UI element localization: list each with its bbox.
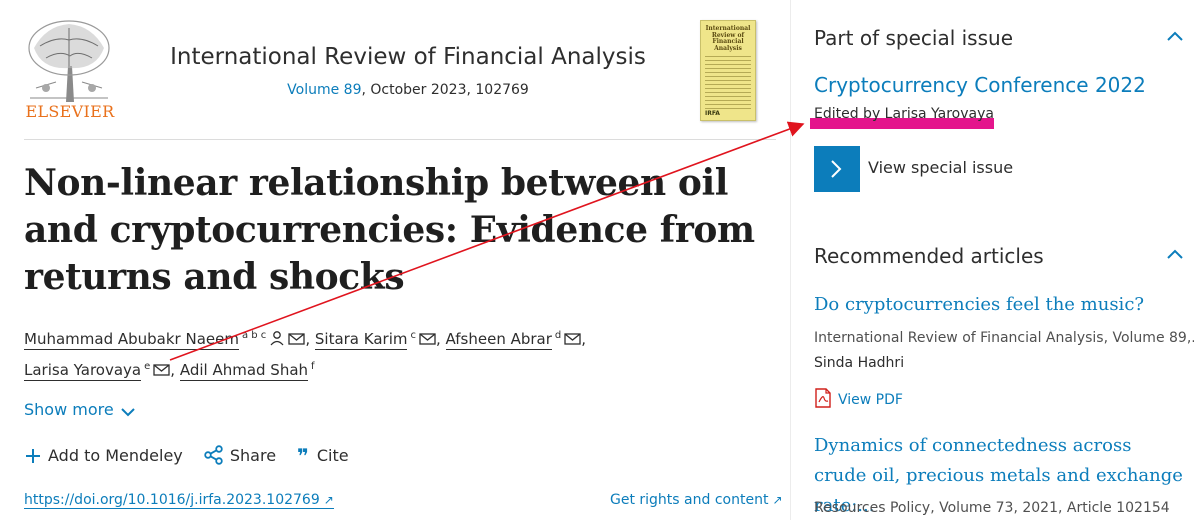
special-issue-heading[interactable]: Part of special issue <box>814 26 1013 50</box>
show-more-label: Show more <box>24 400 114 419</box>
mail-icon[interactable] <box>153 363 170 377</box>
chevron-down-icon <box>120 408 135 417</box>
author-2[interactable]: Sitara Karim c, <box>314 330 441 350</box>
quote-icon: ❞ <box>297 444 309 468</box>
cover-logo: IRFA <box>705 110 720 117</box>
share-icon <box>204 445 223 465</box>
chevron-up-icon[interactable] <box>1166 248 1184 260</box>
author-name[interactable]: Larisa Yarovaya <box>24 361 142 381</box>
chevron-right-icon <box>831 160 842 178</box>
recommended-article-meta: Resources Policy, Volume 73, 2021, Artic… <box>814 500 1170 516</box>
cover-title: International Review of Financial Analys… <box>705 25 751 52</box>
recommended-article-title[interactable]: Do cryptocurrencies feel the music? <box>814 290 1184 320</box>
author-name[interactable]: Muhammad Abubakr Naeem <box>24 330 239 350</box>
plus-icon <box>26 449 40 463</box>
chevron-up-icon[interactable] <box>1166 30 1184 42</box>
affiliation-marker[interactable]: c <box>410 330 416 341</box>
recommended-article-author: Sinda Hadhri <box>814 355 905 371</box>
external-link-icon: ↗ <box>323 493 334 507</box>
affiliation-marker[interactable]: f <box>311 361 315 372</box>
cite-button[interactable]: ❞ Cite <box>297 444 348 468</box>
affiliation-marker[interactable]: d <box>555 330 561 341</box>
affiliation-marker[interactable]: a b c <box>242 330 266 341</box>
author-4[interactable]: Larisa Yarovaya e, <box>24 361 175 381</box>
elsevier-logo[interactable]: ELSEVIER <box>22 18 118 122</box>
recommended-heading[interactable]: Recommended articles <box>814 244 1044 268</box>
journal-title[interactable]: International Review of Financial Analys… <box>140 44 676 70</box>
header-divider <box>24 139 776 140</box>
affiliation-marker[interactable]: e <box>144 361 150 372</box>
view-special-issue-label[interactable]: View special issue <box>868 158 1013 177</box>
cite-label: Cite <box>316 446 349 465</box>
article-title: Non-linear relationship between oil and … <box>24 162 755 298</box>
person-icon[interactable] <box>269 330 285 346</box>
volume-link[interactable]: Volume 89 <box>287 82 361 98</box>
add-to-mendeley-button[interactable]: Add to Mendeley <box>24 446 183 465</box>
author-name[interactable]: Afsheen Abrar <box>445 330 552 350</box>
doi-link[interactable]: https://doi.org/10.1016/j.irfa.2023.1027… <box>24 492 334 509</box>
show-more-button[interactable]: Show more <box>24 400 136 419</box>
journal-cover-thumbnail[interactable]: International Review of Financial Analys… <box>700 20 756 121</box>
external-link-icon: ↗ <box>772 493 783 507</box>
sidebar: Part of special issue Cryptocurrency Con… <box>790 0 1200 520</box>
recommended-article-meta: International Review of Financial Analys… <box>814 330 1194 346</box>
author-5[interactable]: Adil Ahmad Shah f <box>179 361 315 381</box>
sidebar-separator <box>790 0 791 520</box>
issue-info: , October 2023, 102769 <box>361 82 529 98</box>
view-pdf-link[interactable]: View PDF <box>814 388 903 408</box>
author-name[interactable]: Adil Ahmad Shah <box>179 361 309 381</box>
tree-logo-icon <box>28 20 110 102</box>
publisher-wordmark: ELSEVIER <box>25 102 115 121</box>
special-issue-link[interactable]: Cryptocurrency Conference 2022 <box>814 73 1146 97</box>
author-name[interactable]: Sitara Karim <box>314 330 408 350</box>
cover-text-block <box>705 53 751 111</box>
share-button[interactable]: Share <box>204 445 276 465</box>
author-list: Muhammad Abubakr Naeem a b c, Sitara Kari… <box>24 322 776 384</box>
journal-meta: Volume 89, October 2023, 102769 <box>140 82 676 98</box>
author-1[interactable]: Muhammad Abubakr Naeem a b c, <box>24 330 310 350</box>
get-rights-link[interactable]: Get rights and content ↗ <box>610 492 783 508</box>
share-label: Share <box>229 446 277 465</box>
mendeley-label: Add to Mendeley <box>48 446 183 465</box>
view-special-issue-button[interactable] <box>814 146 860 192</box>
mail-icon[interactable] <box>419 332 436 346</box>
author-3[interactable]: Afsheen Abrar d, <box>445 330 586 350</box>
edited-by-text: Edited by Larisa Yarovaya <box>814 106 994 122</box>
pdf-icon <box>815 388 831 408</box>
article-actions: Add to Mendeley Share ❞ Cite <box>24 444 365 468</box>
mail-icon[interactable] <box>288 332 305 346</box>
mail-icon[interactable] <box>564 332 581 346</box>
